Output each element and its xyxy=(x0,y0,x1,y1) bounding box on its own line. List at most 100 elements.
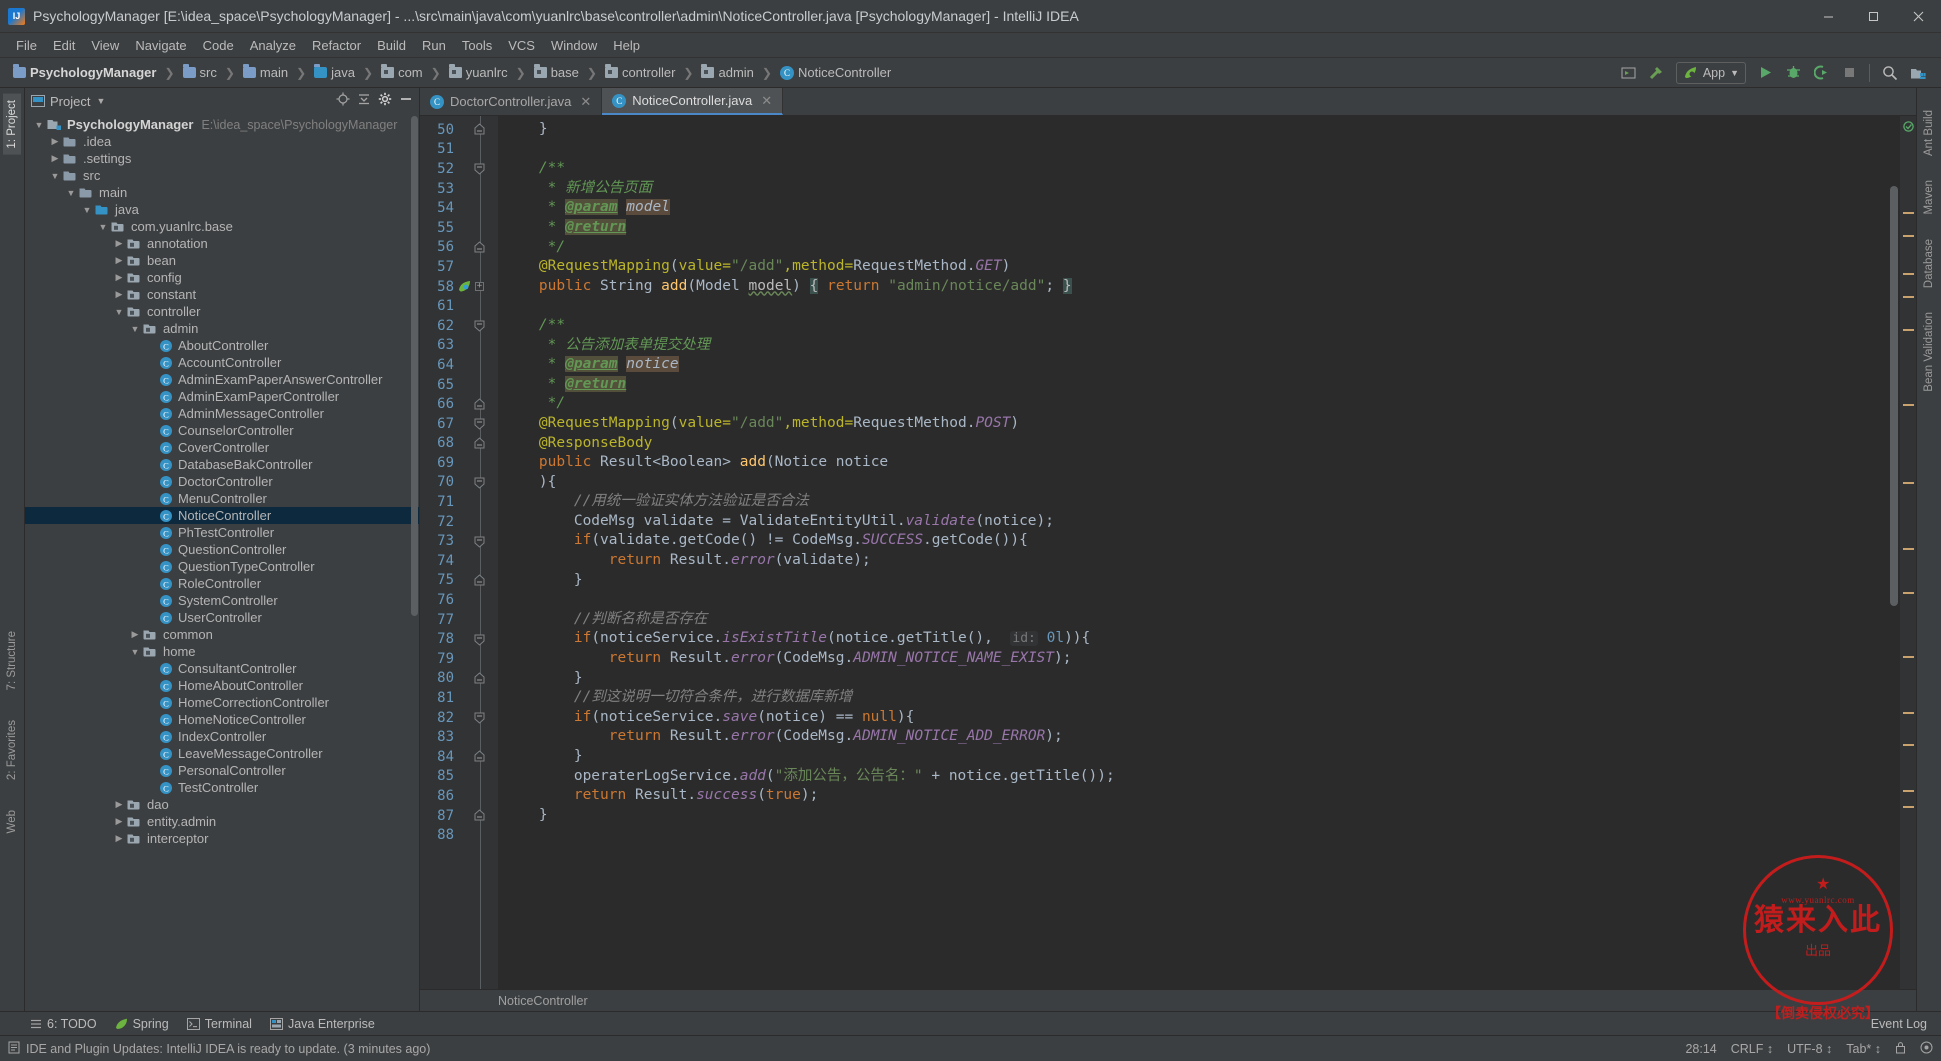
code-line[interactable] xyxy=(498,140,1900,160)
code-line[interactable]: * @return xyxy=(498,218,1900,238)
gutter-line-56[interactable]: 56 xyxy=(420,238,498,258)
run-configuration-selector[interactable]: App ▼ xyxy=(1676,62,1746,84)
code-line[interactable]: operaterLogService.add("添加公告，公告名：" + not… xyxy=(498,767,1900,787)
tree-node-home[interactable]: ▼home xyxy=(25,643,419,660)
gutter-line-63[interactable]: 63 xyxy=(420,336,498,356)
fold-collapse-icon[interactable] xyxy=(474,536,485,547)
chevron-down-icon[interactable]: ▼ xyxy=(47,171,63,181)
tree-node-consultantcontroller[interactable]: CConsultantController xyxy=(25,660,419,677)
tool-button-spring[interactable]: Spring xyxy=(115,1017,169,1031)
tree-node-interceptor[interactable]: ▶interceptor xyxy=(25,830,419,847)
tree-node-doctorcontroller[interactable]: CDoctorController xyxy=(25,473,419,490)
sidebar-item-bean-validation[interactable]: Bean Validation xyxy=(1920,306,1938,398)
sidebar-item-structure[interactable]: 7: Structure xyxy=(3,625,21,696)
chevron-down-icon[interactable]: ▼ xyxy=(111,307,127,317)
editor-tab-doctorcontroller[interactable]: C DoctorController.java ✕ xyxy=(420,88,602,115)
tree-node-admin[interactable]: ▼admin xyxy=(25,320,419,337)
tree-node-controller[interactable]: ▼controller xyxy=(25,303,419,320)
code-line[interactable]: @RequestMapping(value="/add",method=Requ… xyxy=(498,414,1900,434)
close-button[interactable] xyxy=(1896,0,1941,33)
code-line[interactable]: return Result.error(CodeMsg.ADMIN_NOTICE… xyxy=(498,727,1900,747)
breadcrumb-item-class[interactable]: C NoticeController xyxy=(777,64,894,81)
gutter-line-77[interactable]: 77 xyxy=(420,610,498,630)
code-line[interactable]: */ xyxy=(498,394,1900,414)
gutter-line-80[interactable]: 80 xyxy=(420,669,498,689)
open-in-terminal-icon[interactable] xyxy=(1616,61,1642,85)
sidebar-item-maven[interactable]: Maven xyxy=(1920,174,1938,221)
gutter-line-81[interactable]: 81 xyxy=(420,688,498,708)
chevron-right-icon[interactable]: ▶ xyxy=(111,272,127,283)
code-line[interactable]: @ResponseBody xyxy=(498,434,1900,454)
tree-node-usercontroller[interactable]: CUserController xyxy=(25,609,419,626)
gutter-line-65[interactable]: 65 xyxy=(420,375,498,395)
spring-bean-icon[interactable] xyxy=(456,280,472,293)
code-line[interactable]: } xyxy=(498,120,1900,140)
tree-node-annotation[interactable]: ▶annotation xyxy=(25,235,419,252)
collapse-all-icon[interactable] xyxy=(357,92,371,111)
code-line[interactable]: } xyxy=(498,747,1900,767)
gutter-line-55[interactable]: 55 xyxy=(420,218,498,238)
code-line[interactable]: //到这说明一切符合条件，进行数据库新增 xyxy=(498,688,1900,708)
chevron-down-icon[interactable]: ▼ xyxy=(95,222,111,232)
tree-node-entity-admin[interactable]: ▶entity.admin xyxy=(25,813,419,830)
gutter-line-50[interactable]: 50 xyxy=(420,120,498,140)
sidebar-item-database[interactable]: Database xyxy=(1920,233,1938,294)
breadcrumb-item-main[interactable]: main xyxy=(240,64,291,81)
code-line[interactable]: } xyxy=(498,669,1900,689)
project-tree[interactable]: ▼PsychologyManagerE:\idea_space\Psycholo… xyxy=(25,114,419,1011)
fold-collapse-icon[interactable] xyxy=(474,163,485,174)
gutter-line-78[interactable]: 78 xyxy=(420,629,498,649)
gutter-line-71[interactable]: 71 xyxy=(420,492,498,512)
gutter-line-79[interactable]: 79 xyxy=(420,649,498,669)
status-message[interactable]: IDE and Plugin Updates: IntelliJ IDEA is… xyxy=(26,1042,430,1056)
code-line[interactable]: @RequestMapping(value="/add",method=Requ… xyxy=(498,257,1900,277)
chevron-right-icon[interactable]: ▶ xyxy=(127,629,143,640)
gutter-line-68[interactable]: 68 xyxy=(420,434,498,454)
debug-icon[interactable] xyxy=(1780,61,1806,85)
sidebar-item-favorites[interactable]: 2: Favorites xyxy=(3,714,21,786)
tool-button-event-log[interactable]: Event Log xyxy=(1871,1017,1927,1031)
tree-node-com-yuanlrc-base[interactable]: ▼com.yuanlrc.base xyxy=(25,218,419,235)
gutter-line-57[interactable]: 57 xyxy=(420,257,498,277)
chevron-right-icon[interactable]: ▶ xyxy=(111,238,127,249)
code-line[interactable]: if(noticeService.save(notice) == null){ xyxy=(498,708,1900,728)
menu-tools[interactable]: Tools xyxy=(454,36,500,55)
menu-refactor[interactable]: Refactor xyxy=(304,36,369,55)
code-line[interactable] xyxy=(498,296,1900,316)
gutter-line-74[interactable]: 74 xyxy=(420,551,498,571)
maximize-button[interactable] xyxy=(1851,0,1896,33)
search-everywhere-icon[interactable] xyxy=(1877,61,1903,85)
gutter-line-53[interactable]: 53 xyxy=(420,179,498,199)
code-editor[interactable]: 505152535455565758+616263646566676869707… xyxy=(420,116,1916,989)
menu-file[interactable]: File xyxy=(8,36,45,55)
tree-node-personalcontroller[interactable]: CPersonalController xyxy=(25,762,419,779)
menu-vcs[interactable]: VCS xyxy=(500,36,543,55)
tree-node-adminmessagecontroller[interactable]: CAdminMessageController xyxy=(25,405,419,422)
build-hammer-icon[interactable] xyxy=(1644,61,1670,85)
fold-end-icon[interactable] xyxy=(474,399,485,410)
code-line[interactable]: * @param model xyxy=(498,198,1900,218)
editor-scrollbar[interactable] xyxy=(1890,186,1898,606)
chevron-right-icon[interactable]: ▶ xyxy=(111,255,127,266)
chevron-down-icon[interactable]: ▼ xyxy=(63,188,79,198)
menu-build[interactable]: Build xyxy=(369,36,414,55)
gutter-line-75[interactable]: 75 xyxy=(420,571,498,591)
code-line[interactable]: if(validate.getCode() != CodeMsg.SUCCESS… xyxy=(498,531,1900,551)
code-line[interactable]: if(noticeService.isExistTitle(notice.get… xyxy=(498,629,1900,649)
tree-node-psychologymanager[interactable]: ▼PsychologyManagerE:\idea_space\Psycholo… xyxy=(25,116,419,133)
gutter-line-66[interactable]: 66 xyxy=(420,394,498,414)
lock-icon[interactable] xyxy=(1895,1041,1906,1057)
code-line[interactable] xyxy=(498,825,1900,845)
menu-view[interactable]: View xyxy=(83,36,127,55)
gutter-line-73[interactable]: 73 xyxy=(420,531,498,551)
code-line[interactable]: //判断名称是否存在 xyxy=(498,610,1900,630)
tool-button-terminal[interactable]: Terminal xyxy=(187,1017,252,1031)
code-line[interactable]: * 公告添加表单提交处理 xyxy=(498,336,1900,356)
tree-node-homenoticecontroller[interactable]: CHomeNoticeController xyxy=(25,711,419,728)
gutter-line-85[interactable]: 85 xyxy=(420,767,498,787)
tree-node-adminexampaperanswercontroller[interactable]: CAdminExamPaperAnswerController xyxy=(25,371,419,388)
code-line[interactable]: } xyxy=(498,571,1900,591)
sidebar-item-ant-build[interactable]: Ant Build xyxy=(1920,104,1938,162)
code-line[interactable]: } xyxy=(498,806,1900,826)
breadcrumb-item-yuanlrc[interactable]: yuanlrc xyxy=(446,64,511,81)
